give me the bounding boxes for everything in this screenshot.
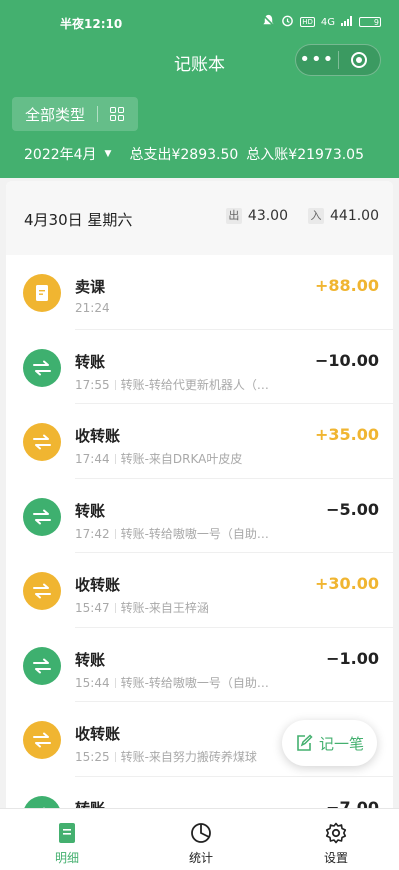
gear-icon (296, 821, 376, 845)
transaction-amount: +30.00 (314, 574, 379, 593)
type-filter-button[interactable]: 全部类型 (12, 97, 138, 131)
month-selector[interactable]: 2022年4月 (24, 144, 97, 164)
status-bar: 半夜12:10 HD 4G 9 (0, 10, 399, 38)
transaction-time: 15:25 (75, 750, 110, 764)
add-record-label: 记一笔 (318, 734, 364, 753)
transaction-time: 17:44 (75, 452, 110, 466)
tab-statistics-label: 统计 (188, 851, 213, 865)
transaction-row[interactable]: 收转账 17:44 转账-来自DRKA叶皮皮 +35.00 (6, 404, 393, 479)
transaction-detail: 转账-转给代更新机器人（… (120, 377, 269, 392)
transaction-meta: 15:44 转账-转给嗷嗷一号（自助… (75, 674, 269, 691)
transaction-time: 17:55 (75, 377, 110, 392)
more-menu-button[interactable]: ••• (296, 50, 338, 70)
transaction-detail: 转账-来自王梓涵 (120, 601, 209, 615)
transfer-icon (23, 646, 61, 685)
hd-icon: HD (300, 17, 315, 27)
tab-settings-label: 设置 (323, 851, 348, 865)
income-badge: 入 (308, 208, 324, 224)
caret-down-icon[interactable]: ▼ (105, 149, 112, 159)
transaction-amount: −10.00 (314, 350, 379, 370)
transaction-meta: 15:25 转账-来自努力搬砖养煤球 (75, 748, 257, 765)
transaction-row[interactable]: 转账 17:55 转账-转给代更新机器人（… −10.00 (6, 330, 393, 404)
add-record-button[interactable]: 记一笔 (282, 720, 377, 766)
transaction-meta: 21:24 (75, 301, 110, 315)
transaction-name: 转账 (75, 650, 106, 669)
pie-chart-icon (161, 821, 241, 845)
transaction-time: 21:24 (75, 301, 110, 315)
transaction-amount: −1.00 (326, 648, 379, 668)
tab-statistics[interactable]: 统计 (161, 821, 241, 866)
day-date: 4月30日 星期六 (24, 211, 133, 229)
transaction-amount: −5.00 (326, 499, 379, 519)
transaction-name: 收转账 (75, 576, 121, 594)
transaction-name: 收转账 (75, 725, 121, 743)
transaction-detail: 转账-转给嗷嗷一号（自助… (120, 526, 269, 541)
transaction-meta: 17:44 转账-来自DRKA叶皮皮 (75, 450, 242, 467)
transaction-name: 收转账 (75, 427, 121, 445)
transfer-icon (23, 348, 61, 387)
transaction-name: 转账 (75, 501, 106, 520)
status-time: 半夜12:10 (60, 17, 123, 31)
list-doc-icon (27, 821, 107, 845)
grid-icon (110, 107, 124, 121)
transaction-meta: 15:47 转账-来自王梓涵 (75, 599, 209, 616)
transaction-row[interactable]: 卖课 21:24 +88.00 (6, 255, 393, 330)
transaction-amount: +35.00 (314, 425, 379, 444)
transaction-row[interactable]: 收转账 15:47 转账-来自王梓涵 +30.00 (6, 553, 393, 628)
transaction-row[interactable]: 转账 15:44 转账-转给嗷嗷一号（自助… −1.00 (6, 628, 393, 702)
transaction-time: 15:47 (75, 601, 110, 615)
tab-details-label: 明细 (54, 851, 79, 865)
transaction-detail: 转账-来自DRKA叶皮皮 (120, 452, 243, 466)
transfer-icon (23, 572, 61, 610)
expense-badge: 出 (225, 208, 242, 224)
network-label: 4G (320, 16, 335, 28)
transaction-name: 转账 (75, 352, 106, 371)
transfer-icon (23, 497, 61, 536)
type-filter-label: 全部类型 (25, 105, 86, 124)
month-summary: 2022年4月 ▼ 总支出¥2893.50 总入账¥21973.05 (24, 144, 364, 164)
silent-icon (262, 14, 275, 30)
total-expense: 总支出¥2893.50 (129, 147, 239, 163)
transaction-meta: 17:55 转账-转给代更新机器人（… (75, 376, 269, 393)
total-income: 总入账¥21973.05 (246, 147, 364, 163)
transaction-amount: +88.00 (314, 276, 379, 295)
transaction-name: 卖课 (75, 278, 106, 296)
tab-details[interactable]: 明细 (27, 821, 107, 866)
navigation-bar: 记账本 ••• (0, 44, 399, 78)
day-header: 4月30日 星期六 出 43.00 入 441.00 (6, 181, 393, 255)
tab-bar: 明细 统计 设置 (0, 808, 399, 870)
day-income: 441.00 (330, 208, 379, 224)
transaction-detail: 转账-转给嗷嗷一号（自助… (120, 675, 269, 690)
mini-program-capsule: ••• (295, 44, 381, 76)
target-icon (351, 52, 368, 68)
transfer-icon (23, 721, 61, 759)
alarm-icon (281, 14, 294, 30)
tab-settings[interactable]: 设置 (296, 821, 376, 866)
transaction-time: 15:44 (75, 675, 110, 690)
close-mini-program-button[interactable] (338, 52, 380, 68)
day-expense: 43.00 (247, 208, 288, 224)
document-icon (23, 274, 61, 312)
transaction-row[interactable]: 转账 17:42 转账-转给嗷嗷一号（自助… −5.00 (6, 479, 393, 553)
battery-icon: 9 (359, 17, 381, 27)
signal-icon (341, 15, 353, 29)
transaction-time: 17:42 (75, 526, 110, 541)
transfer-icon (23, 423, 61, 461)
transaction-meta: 17:42 转账-转给嗷嗷一号（自助… (75, 525, 269, 542)
transaction-detail: 转账-来自努力搬砖养煤球 (120, 750, 257, 764)
edit-icon (295, 734, 313, 752)
